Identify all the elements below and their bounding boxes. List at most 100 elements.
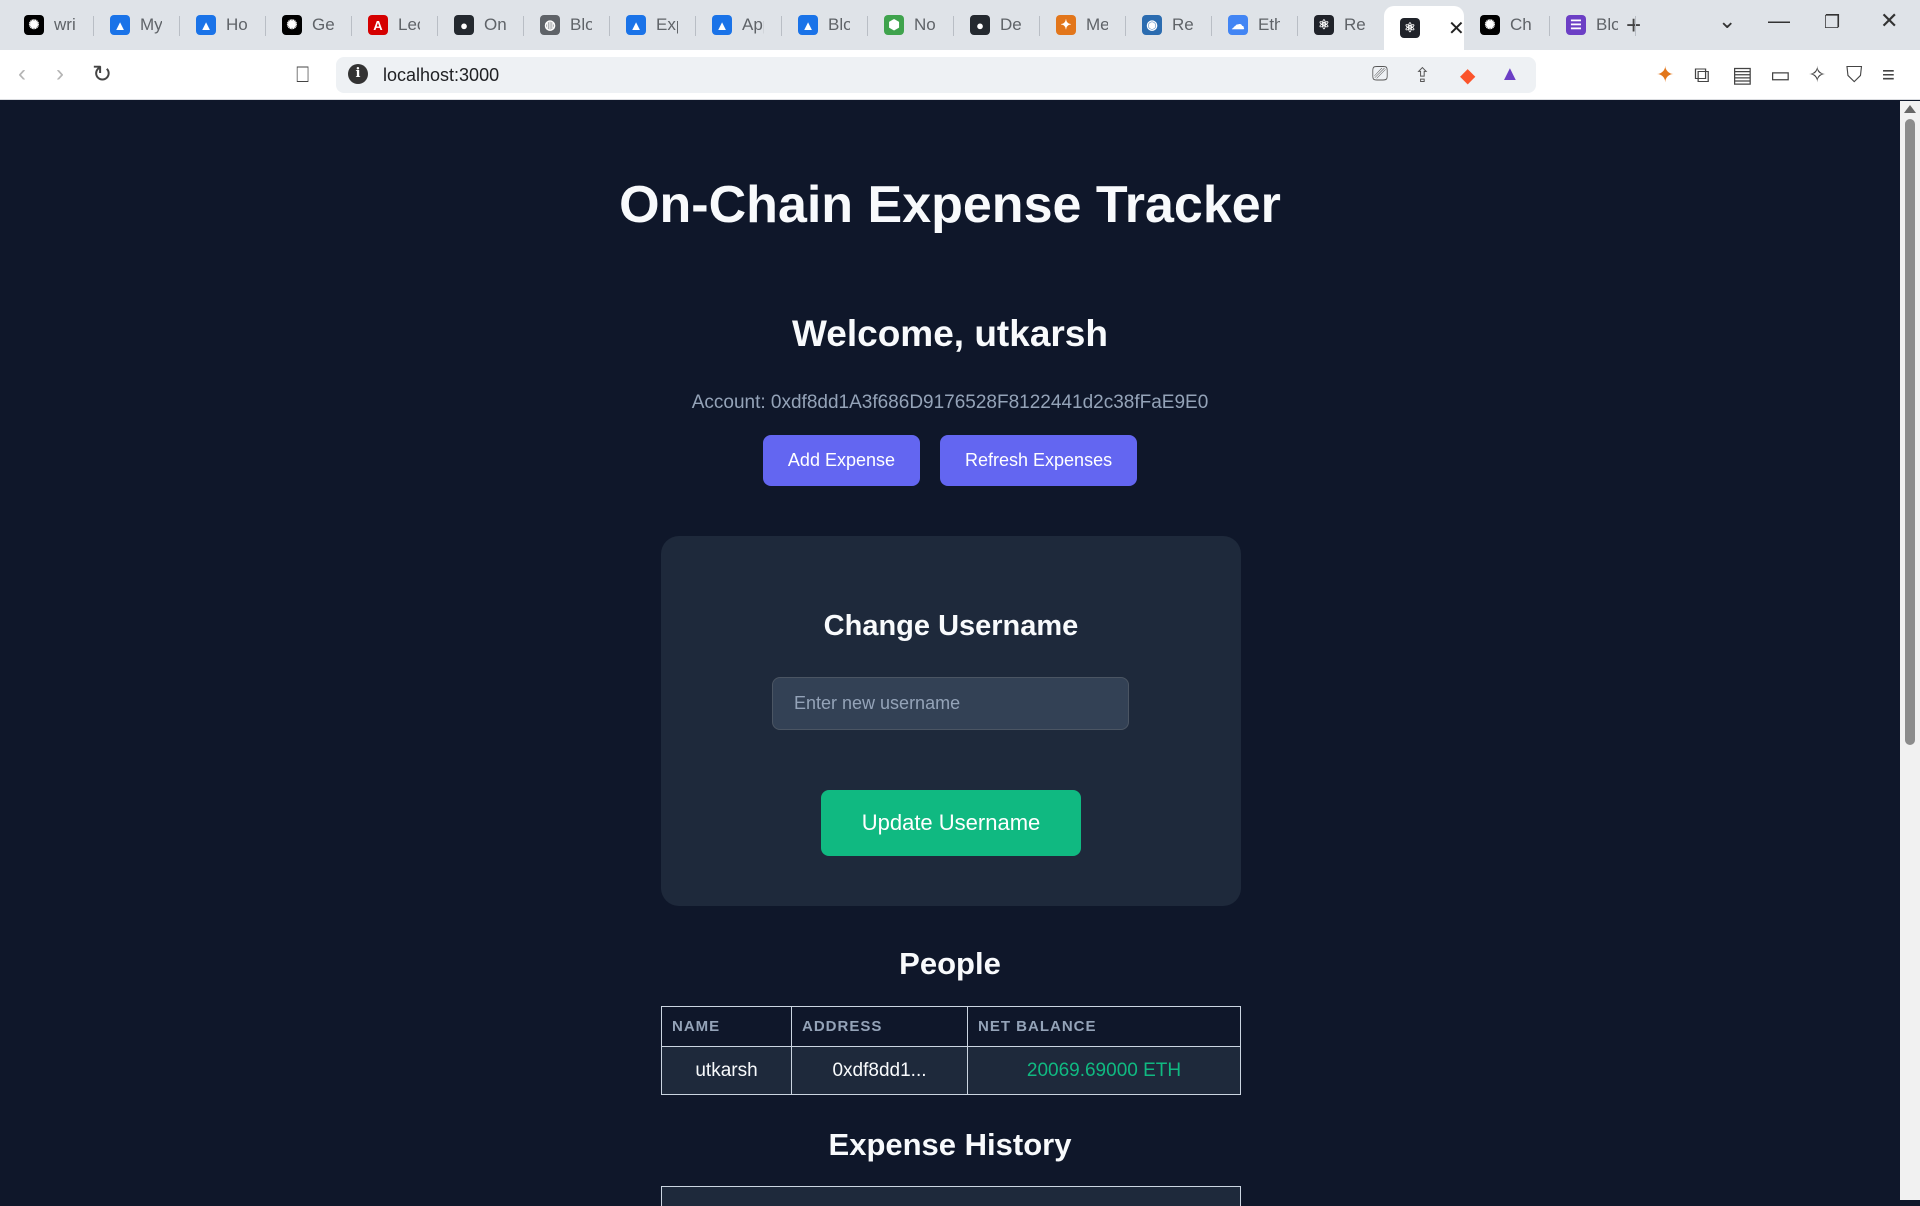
tab-title: Blo: [570, 15, 592, 34]
tab-title: Hor: [226, 15, 248, 34]
brave-shields-icon[interactable]: ◆: [1460, 63, 1475, 88]
brave-rewards-icon[interactable]: ▲: [1500, 63, 1520, 86]
tab-title: Blo: [1596, 15, 1618, 34]
browser-tab[interactable]: ● On-: [438, 6, 522, 44]
tab-title: Eth: [1258, 15, 1280, 34]
welcome-heading: Welcome, utkarsh: [792, 313, 1108, 354]
browser-tab[interactable]: ✦ Met: [1040, 6, 1124, 44]
add-expense-button[interactable]: Add Expense: [762, 435, 920, 486]
browser-tab[interactable]: ✺ Ger: [266, 6, 350, 44]
close-tab-icon[interactable]: ✕: [1448, 16, 1464, 41]
google-drive-icon: ▲: [798, 15, 818, 35]
column-header-name: NAME: [661, 1006, 792, 1047]
tab-title: Del: [1000, 15, 1022, 34]
forward-button[interactable]: ›: [56, 60, 64, 88]
react-icon: ⚛: [1314, 15, 1334, 35]
action-buttons: Add Expense Refresh Expenses: [0, 435, 1900, 486]
tab-title: Met: [1086, 15, 1108, 34]
browser-tab[interactable]: ☰ Blo: [1550, 6, 1634, 44]
browser-tab[interactable]: ✺ writ: [8, 6, 92, 44]
browser-tab[interactable]: ● Del: [954, 6, 1038, 44]
browser-tab[interactable]: ◍ Blo: [524, 6, 608, 44]
tab-title: App: [742, 15, 764, 34]
person-address: 0xdf8dd1...: [791, 1046, 968, 1095]
sidebar-icon[interactable]: ▤: [1732, 62, 1753, 88]
menu-icon[interactable]: ≡: [1882, 62, 1895, 88]
browser-tab[interactable]: ▲ Blo: [782, 6, 866, 44]
github-icon: ●: [454, 15, 474, 35]
globe-icon: ◍: [540, 15, 560, 35]
expense-history-heading: Expense History: [828, 1127, 1072, 1162]
site-info-icon[interactable]: i: [348, 64, 368, 84]
tab-title: Ger: [312, 15, 334, 34]
browser-tab[interactable]: A Lect: [352, 6, 436, 44]
metamask-extension-icon[interactable]: ✦: [1656, 62, 1674, 88]
browser-tab[interactable]: ▲ Exp: [610, 6, 694, 44]
google-drive-icon: ▲: [196, 15, 216, 35]
column-header-net-balance: NET BALANCE: [967, 1006, 1241, 1047]
page-scrollbar[interactable]: [1900, 101, 1920, 1200]
app-page: On-Chain Expense Tracker Welcome, utkars…: [0, 101, 1900, 1206]
react-icon: ⚛: [1400, 18, 1420, 38]
tab-title: Ren: [1172, 15, 1194, 34]
openai-icon: ✺: [24, 15, 44, 35]
browser-toolbar: ‹ › ↻ ⎕ i localhost:3000 ⎚ ⇪ ◆ ▲ ✦ ⧉ ▤ ▭…: [0, 50, 1920, 100]
restore-button[interactable]: ❐: [1824, 12, 1840, 33]
update-username-button[interactable]: Update Username: [821, 790, 1081, 856]
install-app-icon[interactable]: ⎚: [1372, 63, 1388, 86]
browser-tab[interactable]: ✺ Che: [1464, 6, 1548, 44]
google-drive-icon: ▲: [110, 15, 130, 35]
tab-title: writ: [54, 15, 76, 34]
person-net-balance: 20069.69000 ETH: [967, 1046, 1241, 1095]
minimize-button[interactable]: —: [1768, 8, 1790, 34]
remix-icon: ◉: [1142, 15, 1162, 35]
browser-tab[interactable]: ◉ Ren: [1126, 6, 1210, 44]
browser-tab[interactable]: ⬢ Noc: [868, 6, 952, 44]
google-drive-icon: ▲: [626, 15, 646, 35]
change-username-heading: Change Username: [823, 610, 1079, 642]
pdf-icon: A: [368, 15, 388, 35]
browser-tab[interactable]: ☁ Eth: [1212, 6, 1296, 44]
people-heading: People: [899, 946, 1001, 981]
browser-tab[interactable]: ▲ App: [696, 6, 780, 44]
browser-tab[interactable]: ▲ Hor: [180, 6, 264, 44]
wallet-icon[interactable]: ▭: [1770, 62, 1791, 88]
close-window-button[interactable]: ✕: [1880, 8, 1898, 34]
address-bar[interactable]: i localhost:3000 ⎚ ⇪ ◆ ▲: [336, 57, 1536, 93]
openai-icon: ✺: [282, 15, 302, 35]
tab-title: On-: [484, 15, 506, 34]
scroll-up-arrow-icon[interactable]: [1904, 105, 1916, 113]
username-input[interactable]: [772, 677, 1129, 730]
bookmark-icon[interactable]: ⎕: [296, 62, 309, 88]
github-icon: ●: [970, 15, 990, 35]
reload-button[interactable]: ↻: [92, 60, 112, 89]
cloud-icon: ☁: [1228, 15, 1248, 35]
google-drive-icon: ▲: [712, 15, 732, 35]
extensions-icon[interactable]: ⧉: [1694, 62, 1710, 88]
metamask-icon: ✦: [1056, 15, 1076, 35]
tab-search-chevron-icon[interactable]: ⌄: [1718, 8, 1736, 34]
tab-title: Che: [1510, 15, 1532, 34]
tab-strip: + ⌄ — ❐ ✕ ✺writ▲My▲Hor✺GerALect●On-◍Blo▲…: [0, 0, 1920, 50]
back-button[interactable]: ‹: [18, 60, 26, 88]
column-header-address: ADDRESS: [791, 1006, 968, 1047]
tab-title: Blo: [828, 15, 850, 34]
share-icon[interactable]: ⇪: [1414, 63, 1431, 88]
tab-active[interactable]: ⚛ ✕: [1384, 6, 1464, 50]
table-header-row: NAME ADDRESS NET BALANCE: [661, 1006, 1241, 1047]
tab-title: Noc: [914, 15, 936, 34]
person-name: utkarsh: [661, 1046, 792, 1095]
tab-title: Rea: [1344, 15, 1366, 34]
tab-separator: [1635, 16, 1636, 36]
page-title: On-Chain Expense Tracker: [619, 176, 1281, 234]
scrollbar-thumb[interactable]: [1905, 119, 1915, 745]
url-text[interactable]: localhost:3000: [383, 65, 499, 86]
account-address: Account: 0xdf8dd1A3f686D9176528F8122441d…: [691, 392, 1209, 413]
leo-ai-icon[interactable]: ✧: [1808, 62, 1826, 88]
refresh-expenses-button[interactable]: Refresh Expenses: [940, 435, 1138, 486]
vpn-shield-icon[interactable]: ⛉: [1846, 62, 1863, 88]
list-icon: ☰: [1566, 15, 1586, 35]
browser-tab[interactable]: ⚛ Rea: [1298, 6, 1382, 44]
tab-title: Exp: [656, 15, 678, 34]
browser-tab[interactable]: ▲ My: [94, 6, 178, 44]
